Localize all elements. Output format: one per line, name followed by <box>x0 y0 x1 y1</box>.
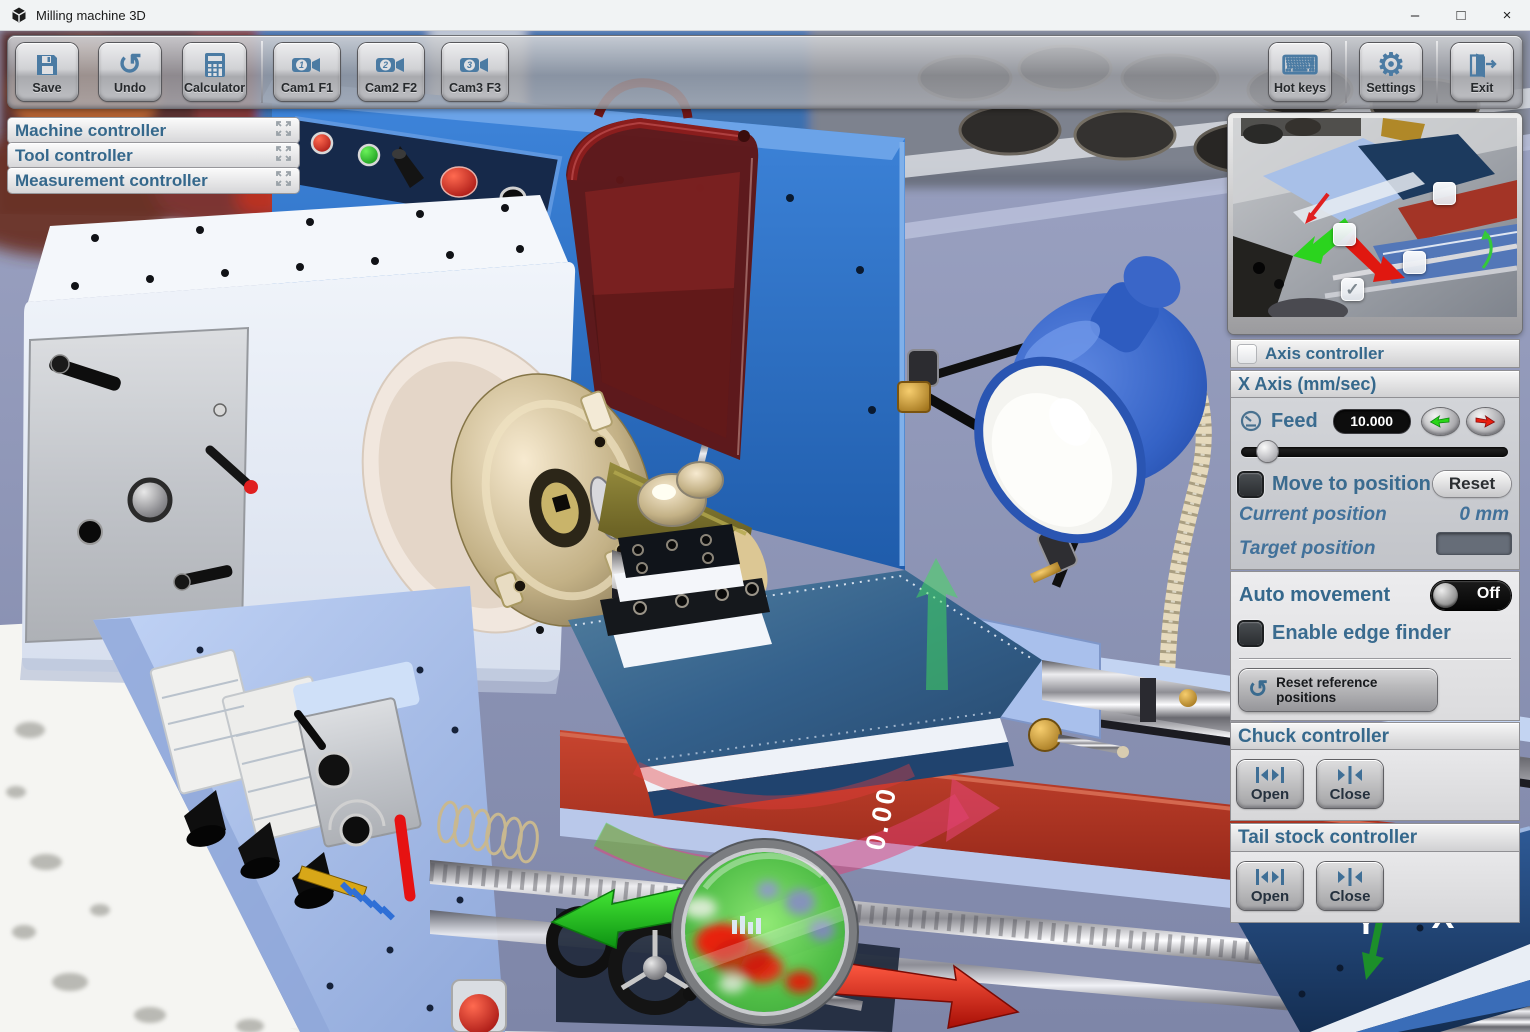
window-title: Milling machine 3D <box>36 8 146 23</box>
close-button[interactable]: × <box>1484 0 1530 30</box>
toggle-state-label: Off <box>1477 585 1500 603</box>
x-axis-title: X Axis (mm/sec) <box>1238 374 1376 395</box>
calculator-button[interactable]: Calculator <box>183 43 246 101</box>
jog-negative-button[interactable] <box>1422 408 1459 435</box>
cam3-button[interactable]: 3 Cam3 F3 <box>442 43 508 101</box>
tool-controller-label: Tool controller <box>15 146 133 166</box>
open-jaws-icon <box>1253 765 1287 785</box>
app-window: Y X 0.00 <box>0 0 1530 1032</box>
camera-3-icon: 3 <box>459 49 491 81</box>
axis-controller-checkbox[interactable] <box>1238 345 1256 363</box>
auto-movement-section: Auto movement Off Enable edge finder ↺ R… <box>1231 572 1519 720</box>
expand-icon[interactable] <box>275 145 292 167</box>
chuck-close-button[interactable]: Close <box>1317 760 1383 808</box>
undo-button[interactable]: ↺ Undo <box>99 43 161 101</box>
reset-button[interactable]: Reset <box>1433 471 1511 497</box>
title-bar: Milling machine 3D – □ × <box>0 0 1530 31</box>
current-position-label: Current position <box>1239 504 1387 526</box>
save-icon <box>33 49 61 81</box>
svg-text:3: 3 <box>467 60 472 70</box>
current-position-value: 0 mm <box>1459 504 1509 526</box>
expand-icon[interactable] <box>275 170 292 192</box>
measurement-controller-label: Measurement controller <box>15 171 208 191</box>
auto-movement-label: Auto movement <box>1239 584 1390 607</box>
enable-edge-finder-checkbox[interactable] <box>1239 622 1262 645</box>
axis-controller-body: Feed 10.000 Move to pos <box>1231 398 1519 569</box>
chuck-controller-section: Chuck controller Open Close <box>1231 723 1519 820</box>
minimize-button[interactable]: – <box>1392 0 1438 30</box>
save-button[interactable]: Save <box>16 43 78 101</box>
feed-label: Feed <box>1271 410 1318 433</box>
gear-icon: ⚙ <box>1377 49 1405 81</box>
feed-slider[interactable] <box>1239 441 1511 463</box>
toolbar-separator <box>1345 41 1347 103</box>
exit-icon <box>1467 49 1497 81</box>
feed-slider-handle[interactable] <box>1257 441 1278 462</box>
tool-controller-bar[interactable]: Tool controller <box>8 143 299 168</box>
minimap-panel: ✓ <box>1228 113 1522 334</box>
cam1-button[interactable]: 1 Cam1 F1 <box>274 43 340 101</box>
reset-reference-positions-button[interactable]: ↺ Reset reference positions <box>1239 669 1437 711</box>
headstock-gearbox-panel <box>26 328 258 642</box>
machine-controller-bar[interactable]: Machine controller <box>8 118 299 143</box>
expand-icon[interactable] <box>275 120 292 142</box>
machine-controller-label: Machine controller <box>15 121 166 141</box>
camera-1-icon: 1 <box>291 49 323 81</box>
settings-button[interactable]: ⚙ Settings <box>1360 43 1422 101</box>
x-axis-header: X Axis (mm/sec) <box>1231 371 1519 398</box>
toolbar-separator <box>1436 41 1438 103</box>
maximize-button[interactable]: □ <box>1438 0 1484 30</box>
move-to-position-label: Move to position <box>1272 473 1431 496</box>
right-panel-column: Axis controller X Axis (mm/sec) Feed 10.… <box>1231 340 1519 922</box>
feed-value-input[interactable]: 10.000 <box>1334 410 1410 433</box>
enable-edge-finder-label: Enable edge finder <box>1272 622 1451 645</box>
exit-button[interactable]: Exit <box>1451 43 1513 101</box>
divider <box>1239 658 1511 659</box>
minimap-scene <box>1233 118 1517 317</box>
check-icon: ✓ <box>1345 280 1359 300</box>
keyboard-icon: ⌨ <box>1281 49 1319 81</box>
jog-positive-button[interactable] <box>1467 408 1504 435</box>
tail-stock-close-button[interactable]: Close <box>1317 862 1383 910</box>
tail-stock-controller-header: Tail stock controller <box>1231 824 1519 852</box>
minimap-checkbox-4-checked[interactable]: ✓ <box>1341 278 1364 301</box>
move-to-position-checkbox[interactable] <box>1239 473 1262 496</box>
axis-controller-header: Axis controller <box>1231 340 1519 367</box>
cam2-button[interactable]: 2 Cam2 F2 <box>358 43 424 101</box>
open-jaws-icon <box>1253 867 1287 887</box>
target-position-input[interactable] <box>1437 533 1511 554</box>
calculator-icon <box>202 49 228 81</box>
svg-text:1: 1 <box>299 60 304 70</box>
svg-text:2: 2 <box>382 60 388 70</box>
minimap-checkbox-1[interactable] <box>1433 182 1456 205</box>
toggle-knob[interactable] <box>1433 583 1458 608</box>
feed-slider-track[interactable] <box>1241 447 1508 457</box>
axis-controller-title: Axis controller <box>1265 344 1384 364</box>
hot-keys-button[interactable]: ⌨ Hot keys <box>1269 43 1331 101</box>
undo-icon: ↺ <box>118 49 142 81</box>
tail-stock-controller-section: Tail stock controller Open Close <box>1231 824 1519 922</box>
auto-movement-toggle[interactable]: Off <box>1431 581 1511 610</box>
target-position-label: Target position <box>1239 538 1376 560</box>
reset-icon: ↺ <box>1248 678 1268 702</box>
measurement-controller-bar[interactable]: Measurement controller <box>8 168 299 193</box>
tail-stock-open-button[interactable]: Open <box>1237 862 1303 910</box>
unity-logo-icon <box>10 6 28 24</box>
close-jaws-icon <box>1333 765 1367 785</box>
camera-2-icon: 2 <box>375 49 407 81</box>
chuck-controller-header: Chuck controller <box>1231 723 1519 750</box>
green-arrow-icon <box>1429 414 1451 428</box>
main-toolbar: Save ↺ Undo Calculator 1 Cam1 F1 2 Cam2 … <box>8 36 1522 108</box>
minimap-view[interactable]: ✓ <box>1233 118 1517 317</box>
red-arrow-icon <box>1474 414 1496 428</box>
minimap-checkbox-2[interactable] <box>1333 223 1356 246</box>
close-jaws-icon <box>1333 867 1367 887</box>
minimap-checkbox-3[interactable] <box>1403 251 1426 274</box>
toolbar-separator <box>261 41 263 103</box>
gauge-icon <box>1239 409 1263 433</box>
chuck-open-button[interactable]: Open <box>1237 760 1303 808</box>
